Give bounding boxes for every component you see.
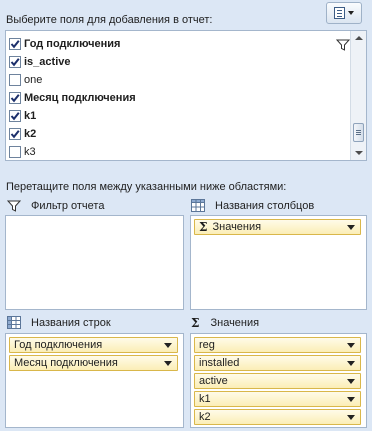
chevron-down-icon[interactable] (347, 225, 355, 230)
chip-label: Значения (212, 221, 262, 233)
field-checkbox[interactable] (9, 91, 21, 104)
field-list-item[interactable]: one (9, 71, 349, 88)
chevron-down-icon[interactable] (347, 361, 355, 366)
rows-field-chip[interactable]: Год подключения (9, 337, 178, 353)
field-name: is_active (24, 55, 71, 68)
scroll-thumb[interactable] (353, 123, 364, 142)
chip-label: Месяц подключения (14, 357, 118, 369)
chevron-down-icon (348, 11, 354, 15)
rows-area-label: Названия строк (31, 317, 111, 329)
rows-area-box[interactable]: Год подключения Месяц подключения (5, 333, 184, 428)
field-name: Год подключения (24, 37, 121, 50)
field-name: k2 (24, 127, 37, 140)
field-list-item[interactable]: is_active (9, 53, 349, 70)
checkmark-icon (10, 111, 20, 120)
columns-area-label: Названия столбцов (215, 200, 315, 212)
values-field-chip[interactable]: active (194, 373, 361, 389)
checkmark-icon (10, 129, 20, 138)
field-list-scrollbar[interactable] (350, 31, 366, 160)
field-name: one (24, 73, 43, 86)
field-checkbox[interactable] (9, 127, 21, 140)
layout-options-button[interactable] (326, 2, 362, 24)
filter-area-label: Фильтр отчета (31, 200, 105, 212)
chevron-down-icon[interactable] (347, 415, 355, 420)
checkmark-icon (10, 39, 20, 48)
columns-area-title: Названия столбцов (191, 199, 314, 213)
filter-icon (7, 200, 21, 212)
field-list: Год подключения is_activeone Месяц подключ… (5, 30, 367, 161)
field-checkbox[interactable] (9, 55, 21, 68)
chevron-down-icon[interactable] (164, 361, 172, 366)
sigma-icon: Σ (191, 316, 200, 330)
field-list-header: Выберите поля для добавления в отчет: (6, 14, 213, 26)
field-checkbox[interactable] (9, 145, 21, 158)
chevron-down-icon[interactable] (347, 343, 355, 348)
rows-field-chip[interactable]: Месяц подключения (9, 355, 178, 371)
chip-label: k2 (199, 411, 211, 423)
field-checkbox[interactable] (9, 37, 21, 50)
chip-label: k1 (199, 393, 211, 405)
chevron-down-icon[interactable] (347, 379, 355, 384)
chip-label: reg (199, 339, 215, 351)
checkmark-icon (10, 93, 20, 102)
values-area-label: Значения (210, 317, 260, 329)
field-list-item[interactable]: k2 (9, 125, 349, 142)
scroll-down-icon[interactable] (355, 151, 363, 155)
columns-field-chip[interactable]: Σ Значения (194, 219, 361, 235)
scroll-up-icon[interactable] (355, 36, 363, 40)
field-checkbox[interactable] (9, 109, 21, 122)
field-name: Месяц подключения (24, 91, 136, 104)
field-checkbox[interactable] (9, 73, 21, 86)
field-name: k1 (24, 109, 37, 122)
filter-area-box[interactable] (5, 215, 184, 310)
filter-icon[interactable] (336, 38, 350, 52)
field-list-item[interactable]: k3 (9, 143, 349, 160)
chevron-down-icon[interactable] (164, 343, 172, 348)
columns-area-box[interactable]: Σ Значения (190, 215, 367, 310)
field-list-item[interactable]: Год подключения (9, 35, 349, 52)
field-list-item[interactable]: Месяц подключения (9, 89, 349, 106)
drag-hint: Перетащите поля между указанными ниже об… (6, 181, 287, 193)
chevron-down-icon[interactable] (347, 397, 355, 402)
layout-icon (334, 7, 345, 19)
chip-label: active (199, 375, 228, 387)
column-table-icon (191, 199, 205, 212)
values-field-chip[interactable]: installed (194, 355, 361, 371)
values-area-title: Σ Значения (191, 316, 259, 330)
values-area-box[interactable]: reg installed active k1 k2 (190, 333, 367, 428)
field-list-item[interactable]: k1 (9, 107, 349, 124)
row-table-icon (7, 316, 21, 329)
chip-label: installed (199, 357, 240, 369)
values-field-chip[interactable]: k1 (194, 391, 361, 407)
chip-label: Год подключения (14, 339, 103, 351)
rows-area-title: Названия строк (7, 316, 111, 330)
values-field-chip[interactable]: k2 (194, 409, 361, 425)
filter-area-title: Фильтр отчета (7, 199, 104, 213)
field-name: k3 (24, 145, 36, 158)
sigma-icon: Σ (199, 220, 208, 234)
values-field-chip[interactable]: reg (194, 337, 361, 353)
checkmark-icon (10, 57, 20, 66)
